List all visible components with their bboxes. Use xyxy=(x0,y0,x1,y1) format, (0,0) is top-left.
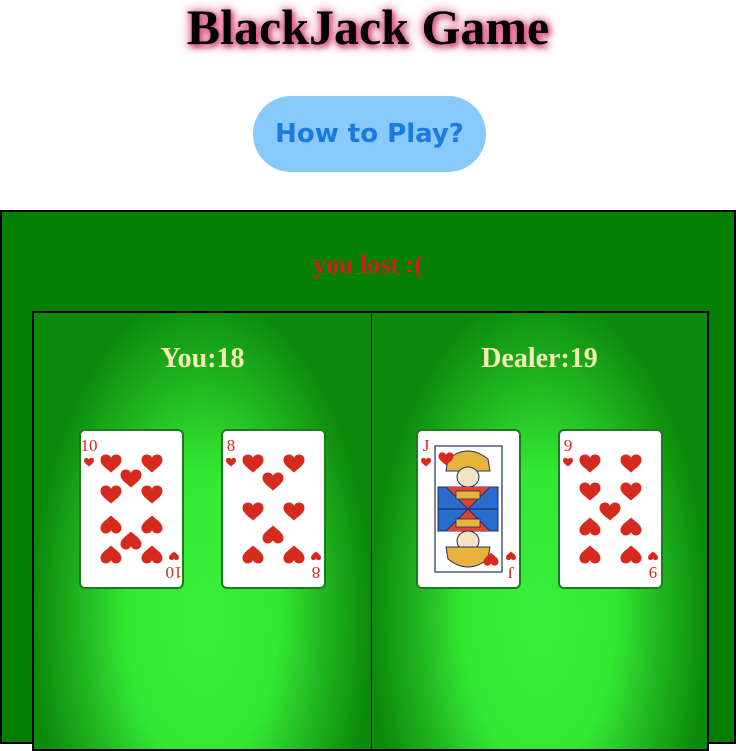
heart-icon xyxy=(579,545,601,564)
heart-icon xyxy=(579,517,601,536)
heart-icon xyxy=(120,531,142,550)
card-face: 88 xyxy=(226,436,321,582)
suit-icon xyxy=(169,551,179,561)
heart-icon xyxy=(579,482,601,501)
heart-icon xyxy=(620,517,642,536)
heart-icon xyxy=(620,545,642,564)
heart-icon xyxy=(579,454,601,473)
card-rank-label: 8 xyxy=(312,563,321,582)
heart-icon xyxy=(283,502,305,521)
card-face: 99 xyxy=(563,436,658,582)
suit-icon xyxy=(226,457,236,467)
heart-icon xyxy=(141,485,163,504)
card-rank-label: 8 xyxy=(227,436,236,455)
card-rank-label: 9 xyxy=(649,563,658,582)
dealer-area: Dealer:19 JJ 99 xyxy=(371,311,709,751)
suit-icon xyxy=(84,457,94,467)
card-rank-label: 10 xyxy=(166,563,183,582)
heart-icon xyxy=(599,502,621,521)
card-rank-label: J xyxy=(423,436,430,455)
heart-icon xyxy=(620,454,642,473)
heart-icon xyxy=(141,545,163,564)
suit-icon xyxy=(311,551,321,561)
game-table: you lost :( You:18 10 10 88 Dealer:19 JJ … xyxy=(0,210,736,751)
card-rank-label: 9 xyxy=(564,436,573,455)
player-area: You:18 10 10 88 xyxy=(32,311,372,751)
suit-icon xyxy=(421,457,431,467)
card-rank-label: J xyxy=(507,563,514,582)
heart-icon xyxy=(283,545,305,564)
heart-icon xyxy=(620,482,642,501)
heart-icon xyxy=(100,515,122,534)
card-face: 10 10 xyxy=(81,436,183,582)
dealer-score: Dealer:19 xyxy=(481,343,598,374)
heart-icon xyxy=(262,525,284,544)
dealer-card-1[interactable]: JJ xyxy=(416,429,521,589)
heart-icon xyxy=(141,515,163,534)
player-score: You:18 xyxy=(160,343,245,374)
heart-icon xyxy=(141,454,163,473)
heart-icon xyxy=(242,454,264,473)
card-rank-label: 10 xyxy=(81,436,98,455)
player-card-1[interactable]: 10 10 xyxy=(79,429,184,589)
card-face: JJ xyxy=(421,436,516,582)
heart-icon xyxy=(100,485,122,504)
page-title: BlackJack Game xyxy=(186,0,550,55)
heart-icon xyxy=(283,454,305,473)
dealer-card-2[interactable]: 99 xyxy=(558,429,663,589)
heart-icon xyxy=(262,472,284,491)
suit-icon xyxy=(506,551,516,561)
heart-icon xyxy=(100,545,122,564)
heart-icon xyxy=(100,454,122,473)
how-to-play-button[interactable]: How to Play? xyxy=(253,96,486,172)
result-message: you lost :( xyxy=(313,250,423,279)
jack-face-art xyxy=(434,445,503,573)
suit-icon xyxy=(563,457,573,467)
player-card-2[interactable]: 88 xyxy=(221,429,326,589)
suit-icon xyxy=(648,551,658,561)
heart-icon xyxy=(242,502,264,521)
heart-icon xyxy=(242,545,264,564)
heart-icon xyxy=(120,469,142,488)
